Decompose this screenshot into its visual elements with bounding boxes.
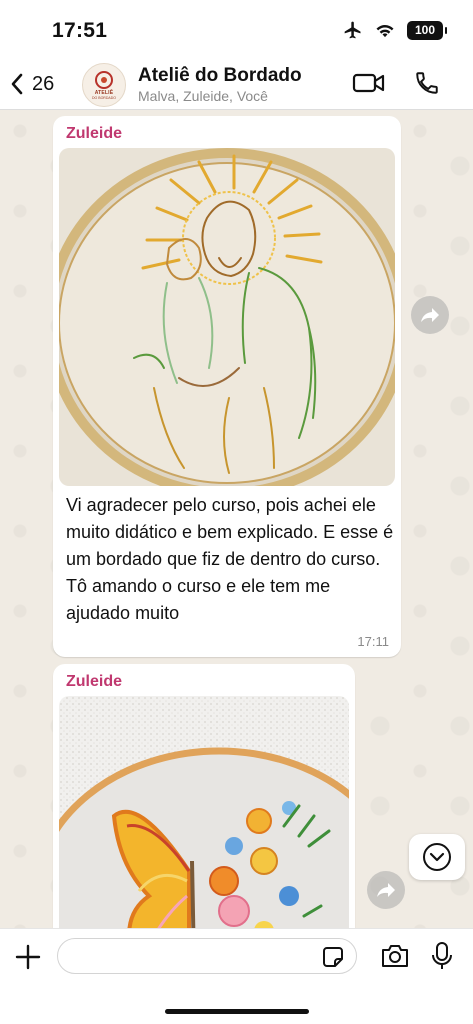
status-icons: 100 (343, 20, 447, 40)
scroll-to-bottom-button[interactable] (409, 834, 465, 880)
chat-participants[interactable]: Malva, Zuleide, Você (138, 88, 268, 104)
airplane-icon (344, 21, 361, 39)
chevron-down-circle-icon (423, 843, 451, 871)
sticker-button[interactable] (322, 946, 344, 973)
message-text: Vi agradecer pelo curso, pois achei ele … (66, 495, 394, 623)
video-camera-icon (352, 73, 385, 93)
phone-icon (416, 72, 438, 94)
avatar[interactable]: ATELIÊ DO BORDADO (82, 63, 126, 107)
status-bar: 17:51 100 (0, 0, 473, 60)
message-image[interactable] (59, 696, 349, 928)
sender-name: Zuleide (66, 673, 123, 690)
microphone-button[interactable] (431, 941, 453, 976)
plus-icon (15, 944, 41, 970)
battery-level: 100 (414, 23, 436, 37)
message-time: 17:11 (357, 634, 389, 649)
sticker-icon (323, 947, 343, 967)
camera-icon (382, 945, 408, 967)
sender-name: Zuleide (66, 125, 123, 142)
embroidery-saint-joseph-image (59, 148, 395, 486)
message-bubble[interactable]: Zuleide (53, 664, 355, 928)
logo-icon (95, 70, 113, 89)
chat-area[interactable]: Zuleide Vi agradecer pelo curso, pois ac… (0, 111, 473, 928)
chat-header: 26 ATELIÊ DO BORDADO Ateliê do Bordado M… (0, 60, 473, 110)
input-bar (0, 928, 473, 1024)
unread-count: 26 (32, 72, 55, 95)
video-call-button[interactable] (352, 71, 386, 100)
forward-arrow-icon (421, 308, 439, 322)
back-button[interactable]: 26 (10, 68, 54, 100)
microphone-icon (432, 942, 452, 969)
forward-button[interactable] (367, 871, 405, 909)
message-image[interactable] (59, 148, 395, 486)
avatar-subtext: DO BORDADO (92, 95, 116, 100)
embroidery-butterfly-image (59, 696, 349, 928)
battery-icon: 100 (407, 20, 447, 40)
chevron-left-icon (11, 73, 23, 95)
chat-title[interactable]: Ateliê do Bordado (138, 65, 302, 87)
voice-call-button[interactable] (414, 70, 440, 101)
forward-arrow-icon (377, 883, 395, 897)
camera-button[interactable] (380, 943, 410, 974)
attach-button[interactable] (14, 943, 42, 976)
wifi-icon (376, 25, 394, 38)
status-time: 17:51 (52, 19, 108, 42)
forward-button[interactable] (411, 296, 449, 334)
message-input[interactable] (57, 938, 357, 974)
home-indicator (165, 1009, 309, 1014)
message-bubble[interactable]: Zuleide (53, 116, 401, 657)
